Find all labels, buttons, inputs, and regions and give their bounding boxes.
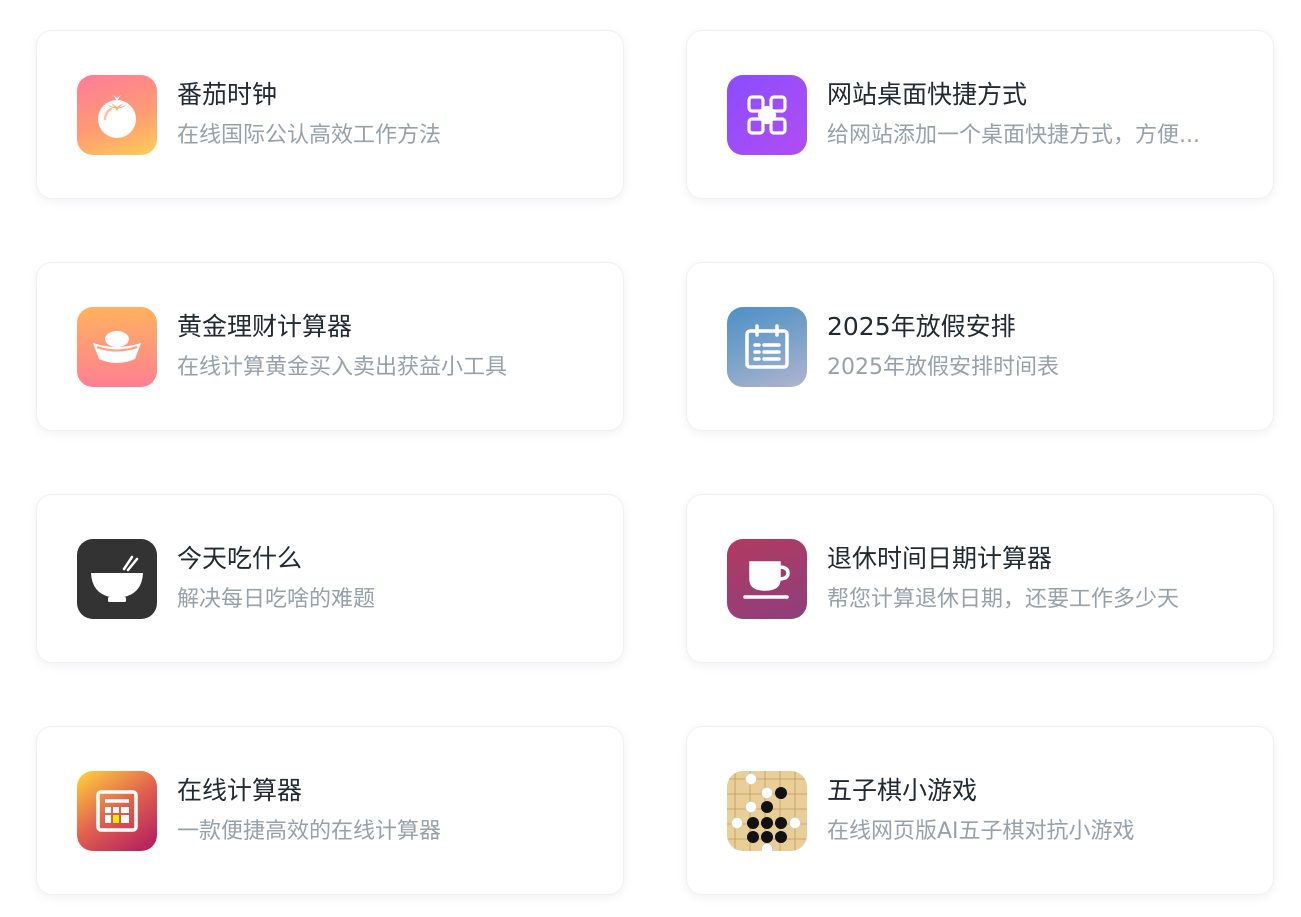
tool-grid: 番茄时钟 在线国际公认高效工作方法 网站桌面快捷方式 给网站添加一个桌面快捷方式… bbox=[0, 0, 1301, 917]
tool-title: 今天吃什么 bbox=[177, 543, 303, 573]
coffee-cup-icon bbox=[727, 538, 807, 619]
tool-desc: 2025年放假安排时间表 bbox=[827, 354, 1059, 380]
tool-desc: 帮您计算退休日期，还要工作多少天 bbox=[827, 586, 1180, 612]
tool-card-holiday-schedule[interactable]: 2025年放假安排 2025年放假安排时间表 bbox=[686, 262, 1274, 431]
calendar-icon bbox=[727, 306, 807, 387]
tool-desc: 给网站添加一个桌面快捷方式，方便... bbox=[827, 122, 1200, 148]
tool-title: 五子棋小游戏 bbox=[827, 775, 978, 805]
tool-title: 退休时间日期计算器 bbox=[827, 543, 1053, 573]
tool-title: 网站桌面快捷方式 bbox=[827, 79, 1028, 109]
tool-card-online-calculator[interactable]: 在线计算器 一款便捷高效的在线计算器 bbox=[36, 726, 624, 895]
tomato-icon bbox=[77, 74, 157, 155]
tool-title: 在线计算器 bbox=[177, 775, 303, 805]
tool-title: 番茄时钟 bbox=[177, 79, 278, 109]
tool-desc: 解决每日吃啥的难题 bbox=[177, 586, 376, 612]
tool-card-desktop-shortcut[interactable]: 网站桌面快捷方式 给网站添加一个桌面快捷方式，方便... bbox=[686, 30, 1274, 199]
tool-card-pomodoro[interactable]: 番茄时钟 在线国际公认高效工作方法 bbox=[36, 30, 624, 199]
shortcut-grid-icon bbox=[727, 74, 807, 155]
tool-card-what-to-eat[interactable]: 今天吃什么 解决每日吃啥的难题 bbox=[36, 494, 624, 663]
gomoku-board-icon bbox=[727, 770, 807, 851]
rice-bowl-icon bbox=[77, 538, 157, 619]
tool-desc: 在线计算黄金买入卖出获益小工具 bbox=[177, 354, 508, 380]
tool-card-gomoku-game[interactable]: 五子棋小游戏 在线网页版AI五子棋对抗小游戏 bbox=[686, 726, 1274, 895]
calculator-icon bbox=[77, 770, 157, 851]
tool-desc: 一款便捷高效的在线计算器 bbox=[177, 818, 442, 844]
tool-title: 黄金理财计算器 bbox=[177, 311, 353, 341]
gold-ingot-icon bbox=[77, 306, 157, 387]
tool-title: 2025年放假安排 bbox=[827, 311, 1016, 341]
tool-card-retirement-calculator[interactable]: 退休时间日期计算器 帮您计算退休日期，还要工作多少天 bbox=[686, 494, 1274, 663]
tool-desc: 在线网页版AI五子棋对抗小游戏 bbox=[827, 818, 1135, 844]
tool-card-gold-calculator[interactable]: 黄金理财计算器 在线计算黄金买入卖出获益小工具 bbox=[36, 262, 624, 431]
tool-desc: 在线国际公认高效工作方法 bbox=[177, 122, 442, 148]
